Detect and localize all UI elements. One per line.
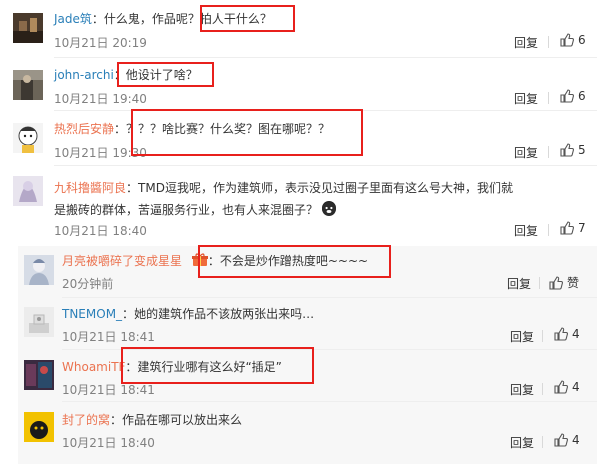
avatar[interactable] [13,13,43,43]
avatar[interactable] [24,255,54,285]
divider [548,36,549,48]
thumbs-up-icon [560,89,574,103]
reply-username[interactable]: TNEMOM_ [62,307,122,321]
reply-button[interactable]: 回复 [510,381,534,398]
comment-time: 10月21日 20:19 [54,36,147,50]
comment-item: john-archi：他设计了啥？ 10月21日 19:40 回复 6 [0,58,597,111]
like-count: 6 [578,33,586,47]
like-button[interactable]: 5 [560,143,586,157]
comment-item: Jade筑：什么鬼，作品呢？拍人干什么？ 10月21日 20:19 回复 6 [0,0,597,58]
comment-separator: ： [114,122,127,136]
reply-text: 她的建筑作品不该放两张出来吗… [134,307,315,321]
like-button[interactable]: 4 [554,380,580,394]
reply-text: 不会是炒作蹭热度吧~~~~ [219,254,369,268]
comment-time: 10月21日 19:40 [54,92,147,106]
thumbs-up-icon [560,221,574,235]
comment-text: 什么鬼，作品呢？拍人干什么？ [103,12,272,26]
reply-username[interactable]: 封了的窝 [62,413,110,427]
divider [539,277,540,289]
reply-button[interactable]: 回复 [507,275,531,292]
reply-time: 10月21日 18:40 [62,436,155,450]
reply-text: 作品在哪可以放出来么 [122,413,243,427]
reply-separator: ： [110,413,123,427]
like-button[interactable]: 赞 [549,274,579,291]
like-count: 6 [578,89,586,103]
divider [542,436,543,448]
thumbs-up-icon [554,433,568,447]
reply-button[interactable]: 回复 [514,34,538,51]
reply-button[interactable]: 回复 [510,328,534,345]
reply-separator: ： [122,307,135,321]
like-count: 4 [572,433,580,447]
reply-text: 建筑行业哪有这么好“插足” [137,360,282,374]
pig-face-emoji-icon [321,201,336,216]
comment-separator: ： [91,12,104,26]
like-count: 赞 [567,276,580,290]
reply-username[interactable]: WhoamiTF [62,360,125,374]
avatar[interactable] [24,360,54,390]
reply-button[interactable]: 回复 [510,434,534,451]
avatar[interactable] [24,307,54,337]
thumbs-up-icon [560,33,574,47]
comment-username[interactable]: john-archi [54,68,114,82]
like-button[interactable]: 7 [560,221,586,235]
divider [542,330,543,342]
reply-item: 月亮被嚼碎了变成星星 ：不会是炒作蹭热度吧~~~~ 20分钟前 回复 赞 [18,246,597,298]
like-count: 5 [578,143,586,157]
reply-time: 20分钟前 [62,277,114,291]
reply-item: WhoamiTF：建筑行业哪有这么好“插足” 10月21日 18:41 回复 4 [18,350,597,402]
divider [548,92,549,104]
reply-time: 10月21日 18:41 [62,383,155,397]
comment-item: 九科撸醬阿良：TMD逗我呢，作为建筑师，表示没见过圈子里面有这么号大神，我们就是… [0,166,597,242]
thumbs-up-icon [554,327,568,341]
reply-separator: ： [207,254,220,268]
like-button[interactable]: 6 [560,33,586,47]
like-count: 4 [572,327,580,341]
like-button[interactable]: 4 [554,327,580,341]
avatar[interactable] [13,70,43,100]
comment-separator: ： [126,181,139,195]
like-count: 4 [572,380,580,394]
reply-item: 封了的窝：作品在哪可以放出来么 10月21日 18:40 回复 4 [18,402,597,464]
thumbs-up-icon [554,380,568,394]
avatar[interactable] [13,123,43,153]
reply-button[interactable]: 回复 [514,90,538,107]
comment-text: ？？？啥比赛？什么奖？图在哪呢？？ [126,122,331,136]
reply-button[interactable]: 回复 [514,144,538,161]
divider [548,146,549,158]
like-count: 7 [578,221,586,235]
divider [542,383,543,395]
reply-time: 10月21日 18:41 [62,330,155,344]
comment-username[interactable]: 九科撸醬阿良 [54,181,126,195]
gift-badge-icon [191,253,208,267]
comment-time: 10月21日 18:40 [54,224,147,238]
comment-text: 他设计了啥？ [125,68,198,82]
avatar[interactable] [13,176,43,206]
reply-username[interactable]: 月亮被嚼碎了变成星星 [62,254,182,268]
comment-item: 热烈后安静：？？？啥比赛？什么奖？图在哪呢？？ 10月21日 19:30 回复 … [0,111,597,166]
reply-separator: ： [125,360,138,374]
like-button[interactable]: 6 [560,89,586,103]
avatar[interactable] [24,412,54,442]
comment-username[interactable]: 热烈后安静 [54,122,114,136]
reply-item: TNEMOM_：她的建筑作品不该放两张出来吗… 10月21日 18:41 回复 … [18,298,597,350]
comment-username[interactable]: Jade筑 [54,12,92,26]
reply-button[interactable]: 回复 [514,222,538,239]
comment-time: 10月21日 19:30 [54,146,147,160]
divider [548,224,549,236]
thumbs-up-icon [549,275,563,290]
thumbs-up-icon [560,143,574,157]
like-button[interactable]: 4 [554,433,580,447]
comment-separator: ： [113,68,126,82]
